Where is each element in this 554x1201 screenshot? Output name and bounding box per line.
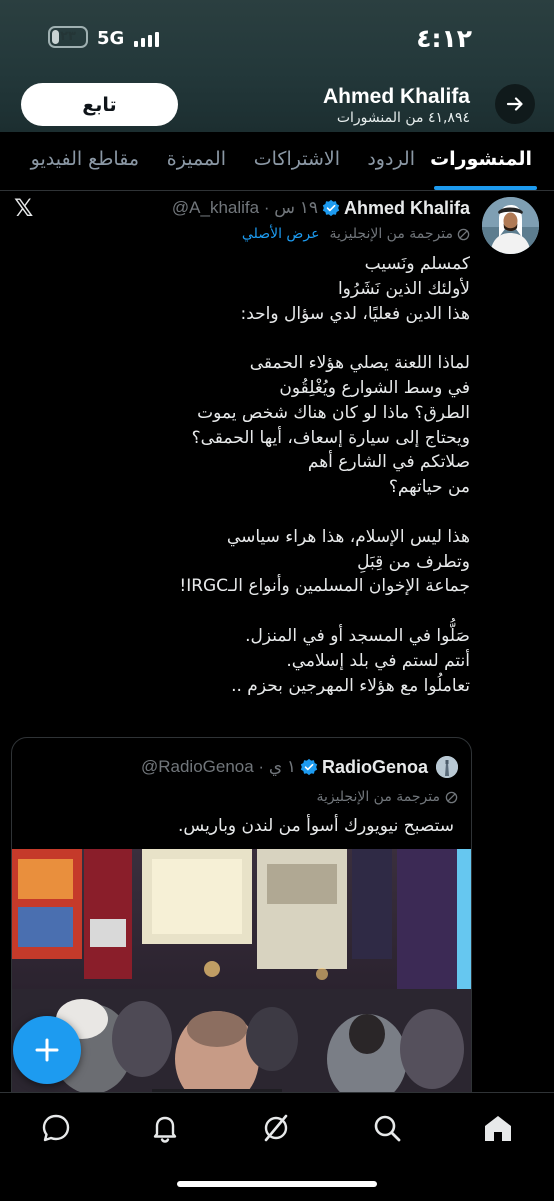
translated-label: مترجمة من الإنجليزية	[329, 226, 453, 242]
tab-highlights[interactable]: المميزة	[167, 148, 226, 170]
battery-icon: ٢٣	[48, 26, 88, 48]
back-button[interactable]	[495, 84, 535, 124]
tweet-body-line: وتطرف من قِبَلِ	[357, 551, 470, 572]
tweet-body-line: لماذا اللعنة يصلي هؤلاء الحمقى	[249, 353, 470, 374]
tweet-body-line: جماعة الإخوان المسلمين وأنواع الـIRGC!	[179, 576, 470, 597]
active-tab-indicator	[434, 186, 537, 190]
tweet-author-line: Ahmed Khalifa @A_khalifa · ١٩ س	[172, 196, 470, 220]
tab-posts[interactable]: المنشورات	[430, 148, 532, 170]
paragraph-break	[30, 599, 470, 624]
messages-icon[interactable]	[39, 1111, 73, 1145]
compose-button[interactable]	[13, 1016, 81, 1084]
tweet-handle-time: @A_khalifa · ١٩ س	[171, 198, 318, 217]
translate-icon	[457, 228, 470, 240]
search-icon[interactable]	[370, 1111, 404, 1145]
quote-translated-label: مترجمة من الإنجليزية	[316, 789, 440, 805]
tweet-body-line: في وسط الشوارع ويُغْلِقُون	[279, 377, 470, 398]
header-profile-name: Ahmed Khalifa	[322, 85, 470, 108]
tweet-body-line: أنتم لستم في بلد إسلامي.	[286, 650, 470, 671]
tweet-body-line: هذا ليس الإسلام، هذا هراء سياسي	[226, 526, 470, 547]
battery-level: ٢٣	[60, 29, 76, 44]
translate-icon	[445, 791, 458, 803]
tweet-body-line: صَلُّوا في المسجد أو في المنزل.	[245, 625, 470, 646]
grok-icon[interactable]	[259, 1111, 293, 1145]
tweet-body-line: هذا الدين فعليًا، لدي سؤال واحد:	[240, 303, 470, 324]
tweet-body-line: الطرق؟ ماذا لو كان هناك شخص يموت	[197, 402, 470, 423]
verified-badge-icon	[300, 758, 318, 776]
network-label: 5G	[97, 28, 125, 49]
translation-line: مترجمة من الإنجليزية عرض الأصلي	[242, 226, 470, 242]
paragraph-break	[30, 326, 470, 351]
quote-handle-time: @RadioGenoa · ١ ي	[140, 757, 296, 776]
quote-translation-line: مترجمة من الإنجليزية	[316, 789, 458, 805]
profile-tabs: المنشورات الردود الاشتراكات المميزة مقاط…	[0, 132, 554, 191]
status-time: ٤:١٢	[416, 24, 472, 53]
paragraph-break	[30, 500, 470, 525]
tweet-body-line: تعاملُوا مع هؤلاء المهرجين بحزم ..	[231, 675, 470, 696]
tweet-body-line: من حياتهم؟	[388, 477, 470, 498]
home-icon[interactable]	[481, 1111, 515, 1145]
quote-avatar	[436, 756, 458, 778]
show-original-link[interactable]: عرض الأصلي	[242, 226, 320, 242]
notifications-icon[interactable]	[148, 1111, 182, 1145]
tweet-author-name[interactable]: Ahmed Khalifa	[344, 198, 470, 219]
tweet-body-line: ويحتاج إلى سيارة إسعاف، أيها الحمقى؟	[191, 427, 470, 448]
quoted-tweet-card[interactable]: RadioGenoa @RadioGenoa · ١ ي مترجمة من ا…	[11, 737, 472, 1139]
tweet-body: كمسلم ونَسيب لأولئك الذين نَشَرُوا هذا الد…	[30, 252, 470, 698]
tab-replies[interactable]: الردود	[367, 148, 415, 170]
header-posts-count: ٤١,٨٩٤ من المنشورات	[336, 110, 470, 126]
tweet-body-line: لأولئك الذين نَشَرُوا	[337, 278, 470, 299]
quote-text: ستصبح نيويورك أسوأ من لندن وباريس.	[178, 816, 454, 836]
plus-icon	[35, 1038, 59, 1062]
home-indicator	[177, 1181, 377, 1187]
profile-header: ٢٣ 5G ٤:١٢ تابع Ahmed Khalifa ٤١,٨٩٤ من …	[0, 0, 554, 132]
avatar[interactable]	[482, 197, 539, 254]
quote-author-line: RadioGenoa @RadioGenoa · ١ ي	[141, 756, 458, 778]
signal-icon	[134, 31, 160, 47]
follow-button[interactable]: تابع	[21, 83, 178, 126]
tweet-body-line: صلاتكم في الشارع أهم	[307, 452, 470, 473]
verified-badge-icon	[322, 199, 340, 217]
arrow-right-icon	[506, 97, 523, 111]
quote-author-name: RadioGenoa	[321, 756, 428, 777]
status-bar: ٢٣ 5G ٤:١٢	[0, 22, 554, 56]
tweet-body-line: كمسلم ونَسيب	[364, 254, 470, 274]
x-logo-icon: 𝕏	[14, 194, 34, 222]
tab-videos[interactable]: مقاطع الفيديو	[31, 148, 139, 170]
tab-subscriptions[interactable]: الاشتراكات	[254, 148, 340, 170]
